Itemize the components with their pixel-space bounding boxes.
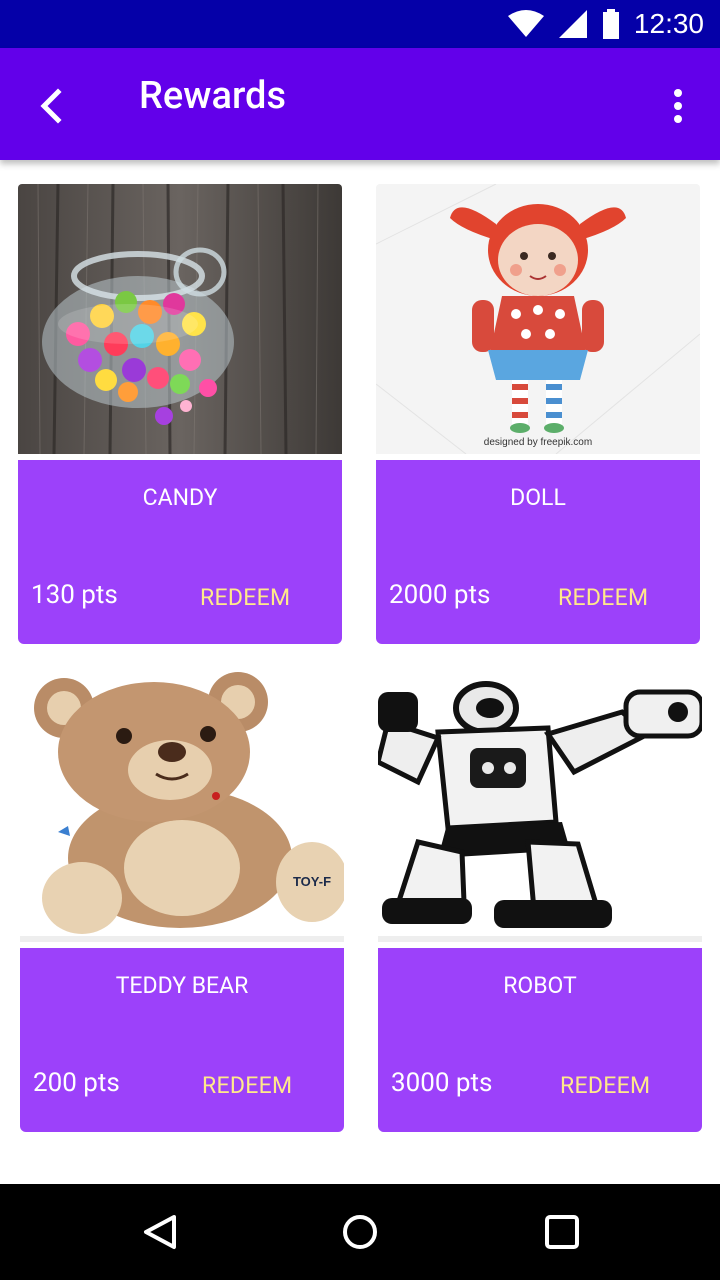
reward-info-robot: ROBOT 3000 pts REDEEM [378, 948, 702, 1132]
nav-home-button[interactable] [324, 1202, 396, 1262]
status-bar: 12:30 [0, 0, 720, 48]
app-bar: Rewards [0, 48, 720, 160]
reward-name: DOLL [510, 484, 566, 511]
reward-points: 3000 pts [391, 1068, 493, 1098]
teddy-bear-image: TOY-F [20, 672, 344, 942]
reward-card-candy[interactable]: CANDY 130 pts REDEEM [18, 184, 342, 644]
overflow-menu-button[interactable] [656, 78, 700, 134]
candy-jar-image [18, 184, 342, 454]
navigation-bar [0, 1184, 720, 1280]
reward-name: CANDY [142, 484, 218, 511]
recents-square-icon [545, 1215, 579, 1249]
wifi-icon [507, 10, 544, 37]
back-triangle-icon [144, 1215, 176, 1249]
home-circle-icon [343, 1215, 377, 1249]
chevron-left-icon [40, 88, 62, 124]
reward-name: TEDDY BEAR [115, 972, 249, 999]
page-title: Rewards [139, 74, 287, 118]
reward-info-candy: CANDY 130 pts REDEEM [18, 460, 342, 644]
reward-points: 200 pts [33, 1068, 120, 1098]
reward-name: ROBOT [503, 972, 577, 999]
reward-card-doll[interactable]: designed by freepik.com DOLL 2000 pts RE… [376, 184, 700, 644]
reward-info-teddy-bear: TEDDY BEAR 200 pts REDEEM [20, 948, 344, 1132]
nav-back-button[interactable] [124, 1202, 196, 1262]
reward-points: 2000 pts [389, 580, 491, 610]
battery-icon [602, 9, 619, 39]
back-button[interactable] [22, 78, 78, 134]
reward-info-doll: DOLL 2000 pts REDEEM [376, 460, 700, 644]
status-time: 12:30 [633, 8, 704, 39]
freepik-watermark: designed by freepik.com [484, 437, 592, 448]
reward-card-robot[interactable]: ROBOT 3000 pts REDEEM [378, 672, 702, 1132]
signal-icon [558, 10, 587, 38]
nav-recents-button[interactable] [526, 1202, 598, 1262]
doll-image: designed by freepik.com [376, 184, 700, 454]
redeem-button[interactable]: REDEEM [560, 1072, 650, 1099]
reward-card-teddy-bear[interactable]: TOY-F TEDDY BEAR 200 pts REDEEM [20, 672, 344, 1132]
status-icons: 12:30 [507, 0, 704, 48]
redeem-button[interactable]: REDEEM [558, 584, 648, 611]
teddy-tag-text: TOY-F [293, 874, 331, 889]
redeem-button[interactable]: REDEEM [200, 584, 290, 611]
robot-image [378, 672, 702, 942]
redeem-button[interactable]: REDEEM [202, 1072, 292, 1099]
reward-points: 130 pts [31, 580, 118, 610]
more-vertical-icon [674, 89, 682, 123]
